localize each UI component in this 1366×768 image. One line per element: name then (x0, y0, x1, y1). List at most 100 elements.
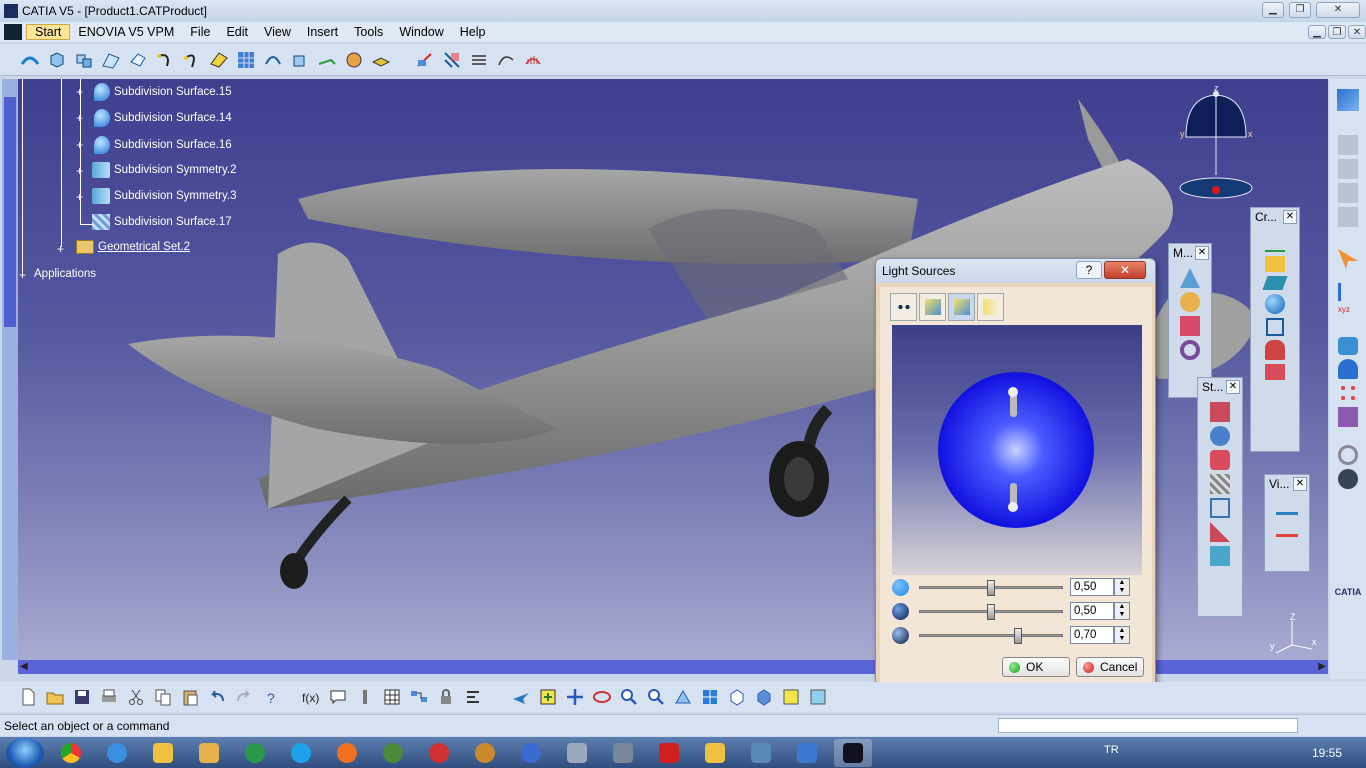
face-edit-icon[interactable] (342, 48, 366, 72)
minimize-button[interactable]: ▁ (1262, 2, 1284, 18)
slider-thumb[interactable] (1013, 627, 1022, 644)
style-tool-2-icon[interactable] (1210, 426, 1230, 446)
box-tool-icon[interactable] (1180, 316, 1200, 336)
undo-icon[interactable] (205, 685, 229, 709)
tree-node[interactable]: Subdivision Symmetry.3 (92, 188, 237, 204)
planar-tool-icon[interactable] (315, 48, 339, 72)
expand-icon[interactable]: + (19, 269, 28, 281)
surface-tool-icon[interactable] (18, 48, 42, 72)
edit-surface-icon[interactable] (126, 48, 150, 72)
intensity-spinner[interactable]: ▲ ▼ (1114, 578, 1130, 596)
paste-icon[interactable] (178, 685, 202, 709)
knowledge-icon[interactable] (353, 685, 377, 709)
fly-mode-icon[interactable] (509, 685, 533, 709)
folder-open-icon[interactable] (1265, 256, 1285, 272)
menu-insert[interactable]: Insert (299, 25, 346, 39)
tool-taskbar-icon[interactable] (190, 739, 228, 767)
intensity-value-field[interactable]: 0,50 (1070, 578, 1114, 596)
two-lights-tab[interactable] (948, 293, 975, 321)
diffuse-spinner[interactable]: ▲ ▼ (1114, 602, 1130, 620)
no-light-tab[interactable] (890, 293, 917, 321)
menu-start[interactable]: Start (26, 24, 71, 40)
style-tool-5-icon[interactable] (1210, 498, 1230, 518)
selection-list-icon[interactable] (1338, 283, 1358, 301)
cube-view-icon[interactable] (1338, 407, 1358, 427)
slider-thumb[interactable] (987, 603, 995, 620)
swap-visible-icon[interactable] (806, 685, 830, 709)
tree-node[interactable]: Subdivision Surface.17 (92, 214, 232, 230)
hand-tool-icon[interactable] (1338, 469, 1358, 489)
sphere-create-icon[interactable] (1265, 294, 1285, 314)
menu-view[interactable]: View (256, 25, 299, 39)
menu-help[interactable]: Help (452, 25, 494, 39)
rotate-tool-icon[interactable] (1180, 292, 1200, 312)
expand-icon[interactable]: + (76, 86, 85, 98)
scroll-right-icon[interactable]: ▶ (1318, 661, 1326, 672)
pdf-taskbar-icon[interactable] (650, 739, 688, 767)
curve-tool-2-icon[interactable] (180, 48, 204, 72)
doc-close-button[interactable]: ✕ (1348, 25, 1366, 39)
panel-vi[interactable]: Vi... ✕ (1264, 474, 1310, 572)
analysis-tool-icon[interactable] (521, 48, 545, 72)
print-icon[interactable] (97, 685, 121, 709)
vertical-scrollbar[interactable] (2, 79, 18, 660)
tree-node-geometrical-set[interactable]: Geometrical Set.2 (76, 240, 190, 254)
app-globe-taskbar-icon[interactable] (374, 739, 412, 767)
copy-icon[interactable] (151, 685, 175, 709)
save-icon[interactable] (70, 685, 94, 709)
whats-this-icon[interactable]: ? (259, 685, 283, 709)
tree-node[interactable]: Subdivision Surface.16 (94, 136, 232, 154)
dots-tool-icon[interactable] (1338, 383, 1358, 403)
expand-icon[interactable]: + (76, 165, 85, 177)
grid-tool-icon[interactable] (234, 48, 258, 72)
light-preview[interactable] (892, 325, 1142, 575)
compass[interactable]: z x y (1178, 85, 1258, 205)
menu-edit[interactable]: Edit (218, 25, 256, 39)
tree-node[interactable]: Subdivision Surface.14 (94, 109, 232, 127)
curve-create-icon[interactable] (1265, 232, 1285, 252)
multi-cube-icon[interactable] (72, 48, 96, 72)
panel-st[interactable]: St... ✕ (1197, 377, 1243, 617)
mesh-tool-icon[interactable] (99, 48, 123, 72)
media-taskbar-icon[interactable] (466, 739, 504, 767)
maximize-button[interactable]: ❐ (1289, 2, 1311, 18)
pointer-icon[interactable] (1338, 249, 1358, 269)
expand-icon[interactable]: + (57, 243, 66, 255)
panel-close-button[interactable]: ✕ (1226, 380, 1240, 394)
pan-icon[interactable] (563, 685, 587, 709)
doc-tool-4-icon[interactable] (1338, 207, 1358, 227)
hatch-tool-icon[interactable] (467, 48, 491, 72)
rectangle-create-icon[interactable] (1266, 318, 1284, 336)
start-menu-icon[interactable] (4, 24, 22, 40)
diffuse-slider[interactable] (919, 603, 1063, 620)
fit-all-icon[interactable] (536, 685, 560, 709)
render-style-icon[interactable] (752, 685, 776, 709)
scroll-thumb[interactable] (4, 97, 16, 327)
light-sources-dialog[interactable]: Light Sources ? ✕ 0,50 ▲ ▼ 0,50 ▲ ▼ 0,70… (875, 258, 1156, 690)
cube-tool-icon[interactable] (45, 48, 69, 72)
scroll-left-icon[interactable]: ◀ (20, 661, 28, 672)
ie-taskbar-icon[interactable] (98, 739, 136, 767)
light-sphere[interactable] (892, 325, 1142, 575)
network-app-taskbar-icon[interactable] (742, 739, 780, 767)
menu-enovia[interactable]: ENOVIA V5 VPM (70, 25, 182, 39)
cone-tool-icon[interactable] (1180, 268, 1200, 288)
single-light-tab[interactable] (919, 293, 946, 321)
style-tool-1-icon[interactable] (1210, 402, 1230, 422)
chrome-taskbar-icon[interactable] (52, 739, 90, 767)
formula-icon[interactable]: f(x) (299, 685, 323, 709)
neon-light-tab[interactable] (977, 293, 1004, 321)
skype-taskbar-icon[interactable] (282, 739, 320, 767)
zoom-in-icon[interactable] (617, 685, 641, 709)
hide-show-icon[interactable] (779, 685, 803, 709)
normal-view-icon[interactable] (671, 685, 695, 709)
snap-tool-icon[interactable] (1338, 337, 1358, 355)
view-tool-2-icon[interactable] (1276, 519, 1298, 537)
panel-close-button[interactable]: ✕ (1195, 246, 1209, 260)
panel-close-button[interactable]: ✕ (1283, 210, 1297, 224)
redo-arc-icon[interactable] (1338, 445, 1358, 465)
style-tool-7-icon[interactable] (1210, 546, 1230, 566)
quick-view-icon[interactable] (698, 685, 722, 709)
close-button[interactable]: ✕ (1316, 2, 1360, 18)
dialog-close-button[interactable]: ✕ (1104, 261, 1146, 279)
